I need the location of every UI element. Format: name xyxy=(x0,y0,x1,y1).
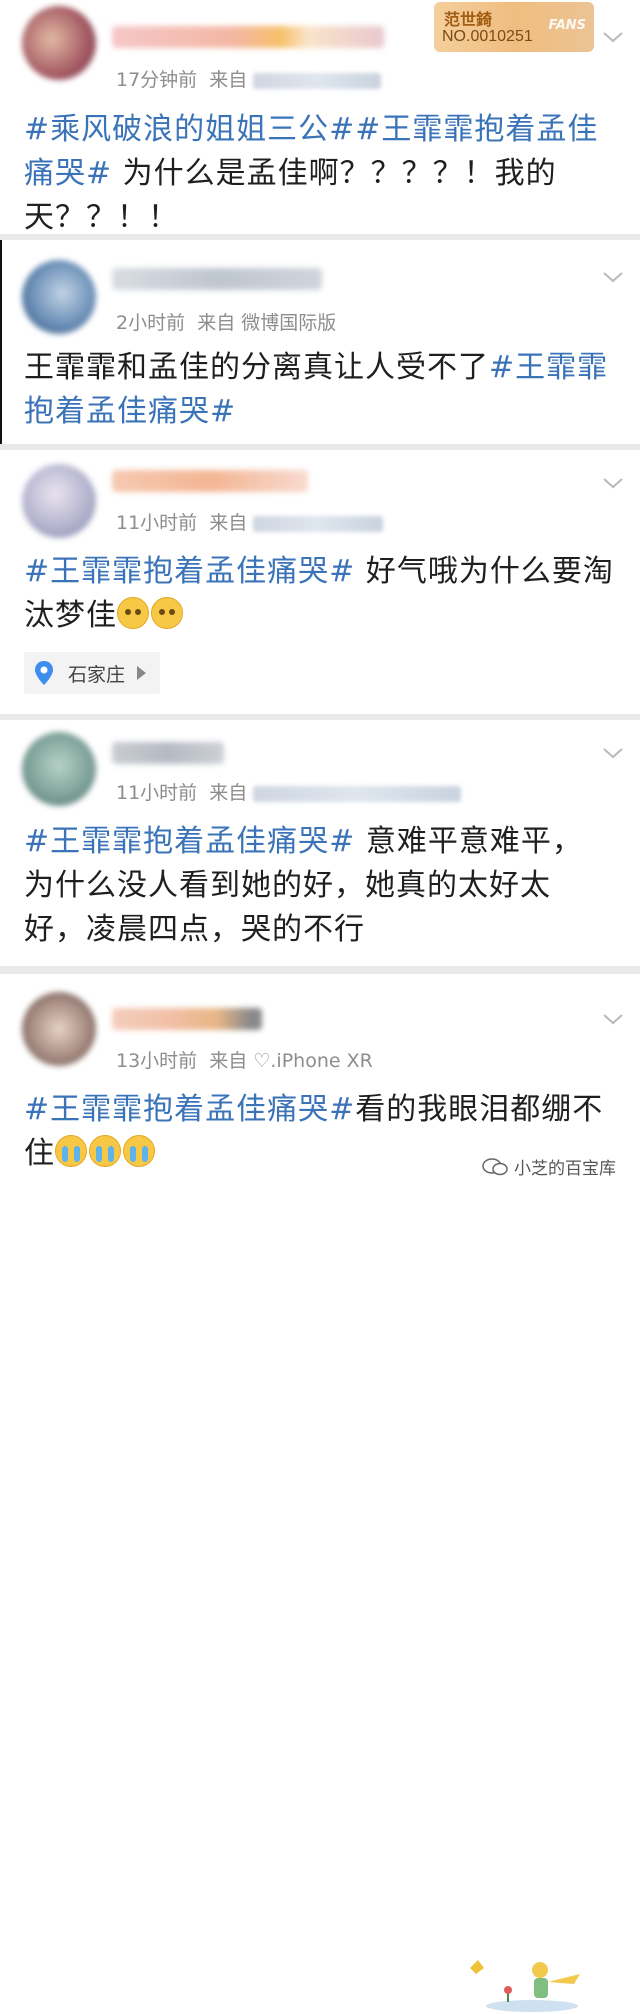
divider xyxy=(0,966,640,974)
username[interactable] xyxy=(112,268,322,290)
username[interactable] xyxy=(112,742,224,764)
flushed-emoji-icon xyxy=(151,597,183,629)
chevron-down-icon[interactable] xyxy=(600,740,626,766)
post-time: 11小时前 xyxy=(116,782,198,804)
avatar[interactable] xyxy=(22,464,96,538)
post-text: #乘风破浪的姐姐三公##王霏霏抱着孟佳痛哭# 为什么是孟佳啊？？？？！我的天？？… xyxy=(24,108,624,240)
post-text: #王霏霏抱着孟佳痛哭# 意难平意难平，为什么没人看到她的好，她真的太好太好，凌晨… xyxy=(24,820,594,952)
fan-badge[interactable]: 范世錡 NO.0010251 FANS xyxy=(434,2,594,52)
post-source[interactable] xyxy=(253,72,382,89)
post-body: 王霏霏和孟佳的分离真让人受不了 xyxy=(24,350,489,385)
avatar[interactable] xyxy=(22,6,96,80)
chevron-down-icon[interactable] xyxy=(600,1006,626,1032)
hashtag-link[interactable]: #王霏霏抱着孟佳痛哭# xyxy=(24,824,355,859)
post-text: 王霏霏和孟佳的分离真让人受不了#王霏霏抱着孟佳痛哭# xyxy=(24,346,614,434)
username[interactable] xyxy=(112,26,384,48)
post-source-prefix: 来自 xyxy=(197,312,236,334)
location-tag[interactable]: 石家庄 xyxy=(24,652,161,694)
location-pin-icon xyxy=(35,661,53,685)
chevron-down-icon[interactable] xyxy=(600,470,626,496)
username[interactable] xyxy=(112,470,308,492)
post-2: 2小时前 来自 微博国际版 王霏霏和孟佳的分离真让人受不了#王霏霏抱着孟佳痛哭# xyxy=(0,240,640,444)
badge-title: 范世錡 xyxy=(444,10,493,29)
wechat-icon xyxy=(482,1157,508,1175)
post-source[interactable] xyxy=(253,785,462,802)
post-time: 17分钟前 xyxy=(116,69,198,91)
chevron-down-icon[interactable] xyxy=(600,264,626,290)
watermark-text: 小芝的百宝库 xyxy=(514,1159,616,1179)
post-1: 范世錡 NO.0010251 FANS 17分钟前 来自 #乘风破浪的姐姐三公#… xyxy=(0,0,640,235)
post-meta: 2小时前 来自 微博国际版 xyxy=(116,308,336,335)
crying-emoji-icon xyxy=(123,1135,155,1167)
wechat-watermark: 小芝的百宝库 xyxy=(482,1154,616,1179)
little-prince-decoration xyxy=(470,1960,580,2012)
edge-line xyxy=(0,240,2,444)
post-source[interactable]: ♡.iPhone XR xyxy=(253,1050,372,1072)
chevron-right-icon xyxy=(137,666,147,680)
avatar[interactable] xyxy=(22,260,96,334)
crying-emoji-icon xyxy=(55,1135,87,1167)
post-source-prefix: 来自 xyxy=(209,69,248,91)
post-meta: 13小时前 来自 ♡.iPhone XR xyxy=(116,1046,373,1073)
post-meta: 11小时前 来自 xyxy=(116,778,462,805)
chevron-down-icon[interactable] xyxy=(600,24,626,50)
username[interactable] xyxy=(112,1008,262,1030)
post-3: 11小时前 来自 #王霏霏抱着孟佳痛哭# 好气哦为什么要淘汰梦佳 石家庄 xyxy=(0,450,640,956)
post-time: 11小时前 xyxy=(116,512,198,534)
post-meta: 17分钟前 来自 xyxy=(116,65,382,92)
flushed-emoji-icon xyxy=(117,597,149,629)
badge-fans: FANS xyxy=(548,18,586,33)
hashtag-link[interactable]: #乘风破浪的姐姐三公# xyxy=(24,112,355,147)
badge-number: NO.0010251 xyxy=(442,28,533,45)
hashtag-link[interactable]: #王霏霏抱着孟佳痛哭# xyxy=(24,1092,355,1127)
post-time: 13小时前 xyxy=(116,1050,198,1072)
post-meta: 11小时前 来自 xyxy=(116,508,384,535)
hashtag-link[interactable]: #王霏霏抱着孟佳痛哭# xyxy=(24,554,355,589)
crying-emoji-icon xyxy=(89,1135,121,1167)
post-text: #王霏霏抱着孟佳痛哭# 好气哦为什么要淘汰梦佳 xyxy=(24,550,614,638)
location-label: 石家庄 xyxy=(68,663,126,686)
avatar[interactable] xyxy=(22,732,96,806)
post-time: 2小时前 xyxy=(116,312,186,334)
post-source[interactable] xyxy=(253,515,384,532)
post-source[interactable]: 微博国际版 xyxy=(241,312,336,334)
avatar[interactable] xyxy=(22,992,96,1066)
post-source-prefix: 来自 xyxy=(209,782,248,804)
post-source-prefix: 来自 xyxy=(209,1050,248,1072)
post-source-prefix: 来自 xyxy=(209,512,248,534)
post-4: 11小时前 来自 #王霏霏抱着孟佳痛哭# 意难平意难平，为什么没人看到她的好，她… xyxy=(0,720,640,966)
